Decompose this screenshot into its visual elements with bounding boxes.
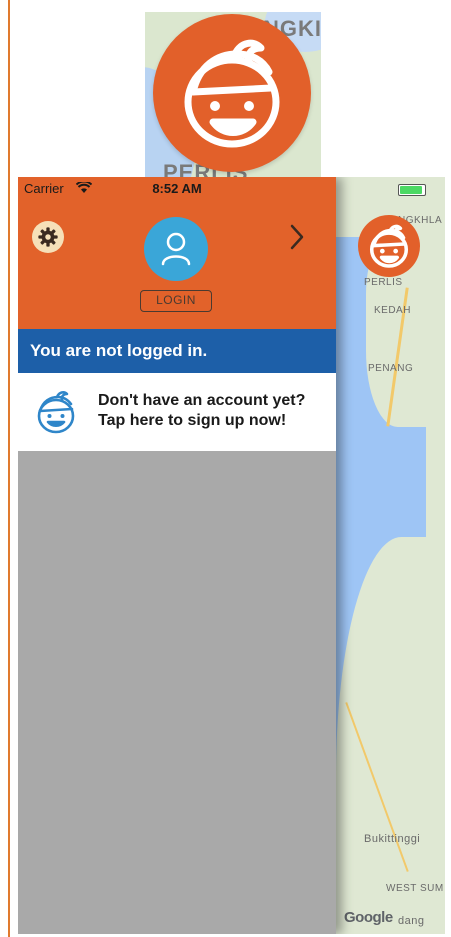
map-label: KEDAH xyxy=(374,305,411,316)
signup-text[interactable]: Don't have an account yet? Tap here to s… xyxy=(98,391,336,431)
top-map-thumbnail: NGKI PERLIS xyxy=(145,12,321,180)
status-time: 8:52 AM xyxy=(152,181,202,196)
close-drawer-button[interactable] xyxy=(286,221,308,253)
mascot-marker-large[interactable] xyxy=(153,14,311,172)
signup-line-2: Tap here to sign up now! xyxy=(98,412,287,429)
map-label: dang xyxy=(398,915,425,927)
battery-icon xyxy=(398,184,426,196)
status-bar: Carrier 8:52 AM xyxy=(18,177,336,199)
left-border-rule xyxy=(8,0,10,937)
phone-screen: NGKHLA PERLIS KEDAH PENANG Bukittinggi W… xyxy=(18,177,445,934)
mascot-marker[interactable] xyxy=(358,215,420,277)
kid-face-icon xyxy=(369,224,409,268)
signup-prompt[interactable]: Don't have an account yet? Tap here to s… xyxy=(18,373,336,451)
map-label: PENANG xyxy=(368,363,414,374)
side-drawer: Carrier 8:52 AM LOGIN You are not logged… xyxy=(18,177,336,934)
map-land xyxy=(336,537,445,934)
map-label: PERLIS xyxy=(364,277,403,288)
user-avatar[interactable] xyxy=(144,217,208,281)
gear-icon xyxy=(38,227,58,247)
login-status-banner: You are not logged in. xyxy=(18,329,336,373)
chevron-right-icon xyxy=(290,224,304,250)
drawer-header: Carrier 8:52 AM LOGIN xyxy=(18,177,336,329)
login-button[interactable]: LOGIN xyxy=(140,290,212,312)
map-view[interactable]: NGKHLA PERLIS KEDAH PENANG Bukittinggi W… xyxy=(336,177,445,934)
settings-button[interactable] xyxy=(32,221,64,253)
signup-line-1: Don't have an account yet? xyxy=(98,392,306,409)
map-label: WEST SUM xyxy=(386,883,444,894)
google-attribution: Google xyxy=(344,909,393,926)
map-label: Bukittinggi xyxy=(364,833,421,845)
kid-face-icon xyxy=(184,39,280,148)
kid-face-icon xyxy=(37,391,75,434)
user-icon xyxy=(161,232,191,266)
map-land xyxy=(426,417,445,537)
